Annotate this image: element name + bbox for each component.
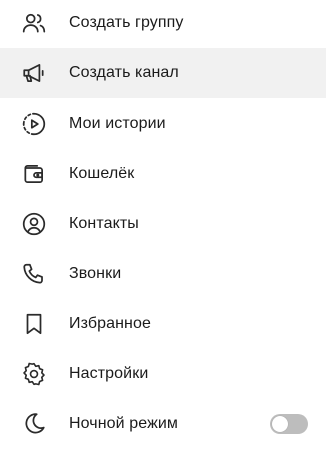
bookmark-icon xyxy=(21,311,47,337)
stories-icon xyxy=(21,111,47,137)
menu-item-calls[interactable]: Звонки xyxy=(0,249,326,299)
toggle-knob xyxy=(272,416,288,432)
menu-item-favorites[interactable]: Избранное xyxy=(0,299,326,349)
menu-item-label: Настройки xyxy=(69,365,149,382)
contact-icon xyxy=(21,211,47,237)
menu-item-label: Создать группу xyxy=(69,14,184,31)
gear-icon xyxy=(21,361,47,387)
menu-item-create-group[interactable]: Создать группу xyxy=(0,0,326,48)
group-icon xyxy=(21,10,47,36)
menu-item-contacts[interactable]: Контакты xyxy=(0,199,326,249)
menu-item-wallet[interactable]: Кошелёк xyxy=(0,149,326,199)
menu-item-label: Мои истории xyxy=(69,115,166,132)
menu-item-label: Создать канал xyxy=(69,64,179,81)
menu-item-label: Кошелёк xyxy=(69,165,135,182)
menu-item-my-stories[interactable]: Мои истории xyxy=(0,99,326,149)
phone-icon xyxy=(21,261,47,287)
menu-item-settings[interactable]: Настройки xyxy=(0,349,326,399)
menu-item-label: Контакты xyxy=(69,215,139,232)
menu-item-label: Ночной режим xyxy=(69,415,179,432)
menu-item-create-channel[interactable]: Создать канал xyxy=(0,48,326,98)
side-menu: Создать группу Создать канал Мои истории xyxy=(0,0,326,449)
megaphone-icon xyxy=(21,60,47,86)
wallet-icon xyxy=(21,161,47,187)
menu-item-label: Избранное xyxy=(69,315,151,332)
menu-item-label: Звонки xyxy=(69,265,122,282)
menu-item-night-mode[interactable]: Ночной режим xyxy=(0,399,326,449)
night-mode-toggle[interactable] xyxy=(270,414,308,434)
moon-icon xyxy=(21,411,47,437)
